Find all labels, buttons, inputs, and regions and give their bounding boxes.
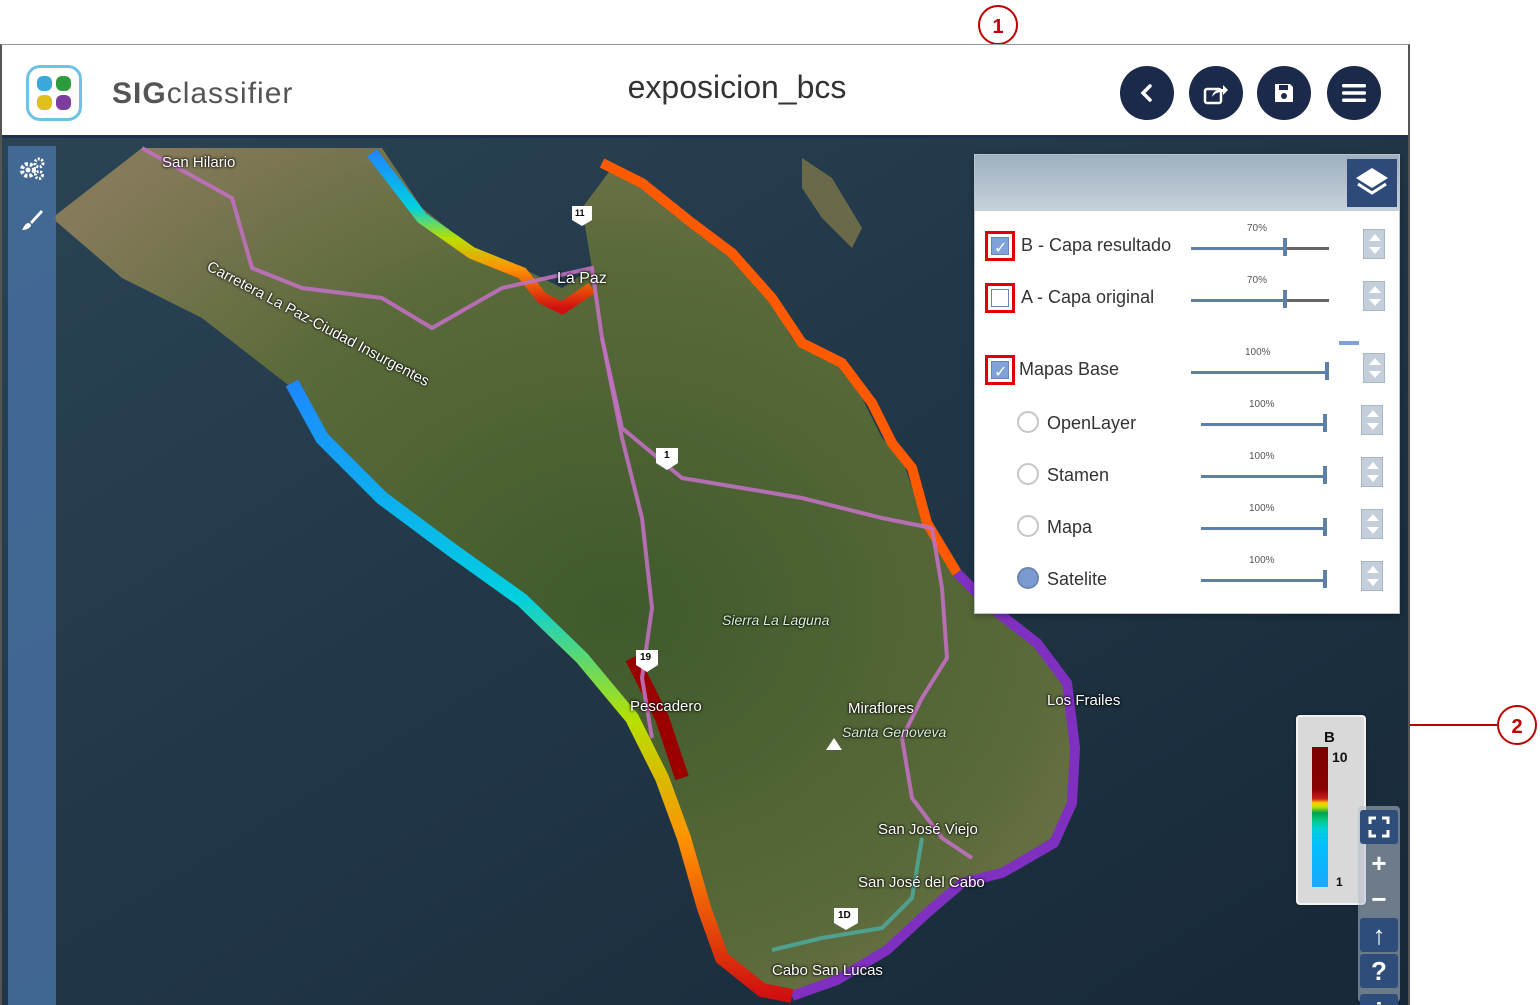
basemap-row-openlayer: OpenLayer 100% xyxy=(975,399,1399,445)
back-button[interactable] xyxy=(1120,66,1174,120)
basemap-order-button[interactable] xyxy=(1361,509,1383,539)
basemap-row-mapa: Mapa 100% xyxy=(975,503,1399,549)
basemap-row-stamen: Stamen 100% xyxy=(975,451,1399,497)
map-view[interactable]: San Hilario Carretera La Paz-Ciudad Insu… xyxy=(2,138,1408,1005)
basemap-order-button[interactable] xyxy=(1361,457,1383,487)
layer-switcher-panel: ✓ B - Capa resultado 70% A - Capa origin… xyxy=(974,154,1400,614)
reset-north-button[interactable]: ↑ xyxy=(1360,918,1398,952)
basemap-radio-stamen[interactable] xyxy=(1017,463,1039,485)
basemap-label-stamen: Stamen xyxy=(1047,465,1110,485)
basemap-opacity-value: 100% xyxy=(1249,555,1275,566)
route-shield-19: 19 xyxy=(640,652,652,663)
zoom-out-button[interactable]: − xyxy=(1360,882,1398,916)
layer-order-button[interactable] xyxy=(1363,229,1385,259)
legend-title: B xyxy=(1324,729,1335,746)
slider-thumb[interactable] xyxy=(1323,414,1327,432)
help-button[interactable]: ? xyxy=(1360,954,1398,988)
map-label-miraflores: Miraflores xyxy=(848,700,914,717)
callout-2: 2 xyxy=(1497,705,1537,745)
map-label-pescadero: Pescadero xyxy=(630,698,702,715)
settings-button[interactable] xyxy=(16,152,48,184)
basemap-opacity-slider[interactable] xyxy=(1201,579,1327,582)
legend-min-value: 1 xyxy=(1336,875,1343,889)
route-shield-1: 1 xyxy=(664,450,670,461)
layer-opacity-value: 100% xyxy=(1245,347,1271,358)
fullscreen-button[interactable] xyxy=(1360,810,1398,844)
layer-checkbox-mapas-base[interactable]: ✓ xyxy=(985,355,1015,385)
group-collapse-button[interactable] xyxy=(1339,341,1359,345)
route-shield-1d: 1D xyxy=(838,910,851,921)
map-label-cabo-san-lucas: Cabo San Lucas xyxy=(772,962,883,979)
app-header: SIGclassifier exposicion_bcs xyxy=(2,45,1408,138)
layer-opacity-slider[interactable] xyxy=(1191,299,1329,302)
slider-thumb[interactable] xyxy=(1323,518,1327,536)
app-window: SIGclassifier exposicion_bcs San Hilario… xyxy=(0,44,1410,1005)
basemap-radio-mapa[interactable] xyxy=(1017,515,1039,537)
menu-button[interactable] xyxy=(1327,66,1381,120)
layer-row-mapas-base: ✓ Mapas Base 100% xyxy=(975,347,1399,391)
basemap-label-mapa: Mapa xyxy=(1047,517,1093,537)
fullscreen-icon xyxy=(1368,816,1390,838)
basemap-radio-satelite[interactable] xyxy=(1017,567,1039,589)
legend-max-value: 10 xyxy=(1332,749,1348,765)
gears-icon xyxy=(20,157,45,180)
basemap-opacity-slider[interactable] xyxy=(1201,423,1327,426)
layer-opacity-value: 70% xyxy=(1247,275,1268,286)
basemap-label-openlayer: OpenLayer xyxy=(1047,413,1137,433)
basemap-opacity-value: 100% xyxy=(1249,451,1275,462)
layer-checkbox-capa-original[interactable] xyxy=(985,283,1015,313)
basemap-order-button[interactable] xyxy=(1361,561,1383,591)
map-legend: B 10 1 xyxy=(1296,715,1366,905)
brush-icon xyxy=(22,210,43,230)
slider-thumb[interactable] xyxy=(1323,466,1327,484)
style-brush-button[interactable] xyxy=(16,204,48,236)
zoom-in-button[interactable]: + xyxy=(1360,846,1398,880)
layer-label-capa-resultado: B - Capa resultado xyxy=(1021,235,1172,255)
layer-checkbox-capa-resultado[interactable]: ✓ xyxy=(985,231,1015,261)
slider-thumb[interactable] xyxy=(1323,570,1327,588)
basemap-label-satelite: Satelite xyxy=(1047,569,1108,589)
menu-icon xyxy=(1342,84,1366,102)
left-toolstrip xyxy=(8,146,56,1005)
back-icon xyxy=(1140,84,1152,102)
slider-thumb[interactable] xyxy=(1283,238,1287,256)
slider-thumb[interactable] xyxy=(1325,362,1329,380)
share-button[interactable] xyxy=(1189,66,1243,120)
basemap-radio-openlayer[interactable] xyxy=(1017,411,1039,433)
layer-panel-header xyxy=(975,155,1399,211)
layer-opacity-value: 70% xyxy=(1247,223,1268,234)
layer-opacity-slider[interactable] xyxy=(1191,247,1329,250)
basemap-opacity-slider[interactable] xyxy=(1201,527,1327,530)
layer-label-mapas-base: Mapas Base xyxy=(1019,359,1120,379)
map-controls: + − ↑ ? xyxy=(1358,806,1400,1002)
layer-row-capa-resultado: ✓ B - Capa resultado 70% xyxy=(975,223,1399,267)
layers-toggle-button[interactable] xyxy=(1347,159,1397,207)
basemap-row-satelite: Satelite 100% xyxy=(975,555,1399,603)
map-label-sierra-la-laguna: Sierra La Laguna xyxy=(722,612,830,628)
basemap-opacity-value: 100% xyxy=(1249,399,1275,410)
legend-color-ramp xyxy=(1312,747,1328,887)
map-label-san-hilario: San Hilario xyxy=(162,154,236,171)
layer-order-button[interactable] xyxy=(1363,353,1385,383)
map-label-san-jose-viejo: San José Viejo xyxy=(878,821,978,838)
map-label-san-jose-del-cabo: San José del Cabo xyxy=(858,874,985,891)
slider-thumb[interactable] xyxy=(1283,290,1287,308)
map-label-la-paz: La Paz xyxy=(557,270,607,287)
layers-icon xyxy=(1356,168,1388,195)
layer-label-capa-original: A - Capa original xyxy=(1021,287,1155,307)
share-icon xyxy=(1203,85,1228,105)
basemap-order-button[interactable] xyxy=(1361,405,1383,435)
layer-order-button[interactable] xyxy=(1363,281,1385,311)
map-label-los-frailes: Los Frailes xyxy=(1047,692,1121,709)
layer-row-capa-original: A - Capa original 70% xyxy=(975,275,1399,319)
info-button[interactable]: i xyxy=(1360,994,1398,1005)
callout-1: 1 xyxy=(978,5,1018,45)
route-shield-11: 11 xyxy=(575,208,585,218)
layer-opacity-slider[interactable] xyxy=(1191,371,1329,374)
save-icon xyxy=(1275,84,1293,102)
map-label-santa-genoveva: Santa Genoveva xyxy=(842,724,947,740)
save-button[interactable] xyxy=(1257,66,1311,120)
basemap-opacity-slider[interactable] xyxy=(1201,475,1327,478)
basemap-opacity-value: 100% xyxy=(1249,503,1275,514)
